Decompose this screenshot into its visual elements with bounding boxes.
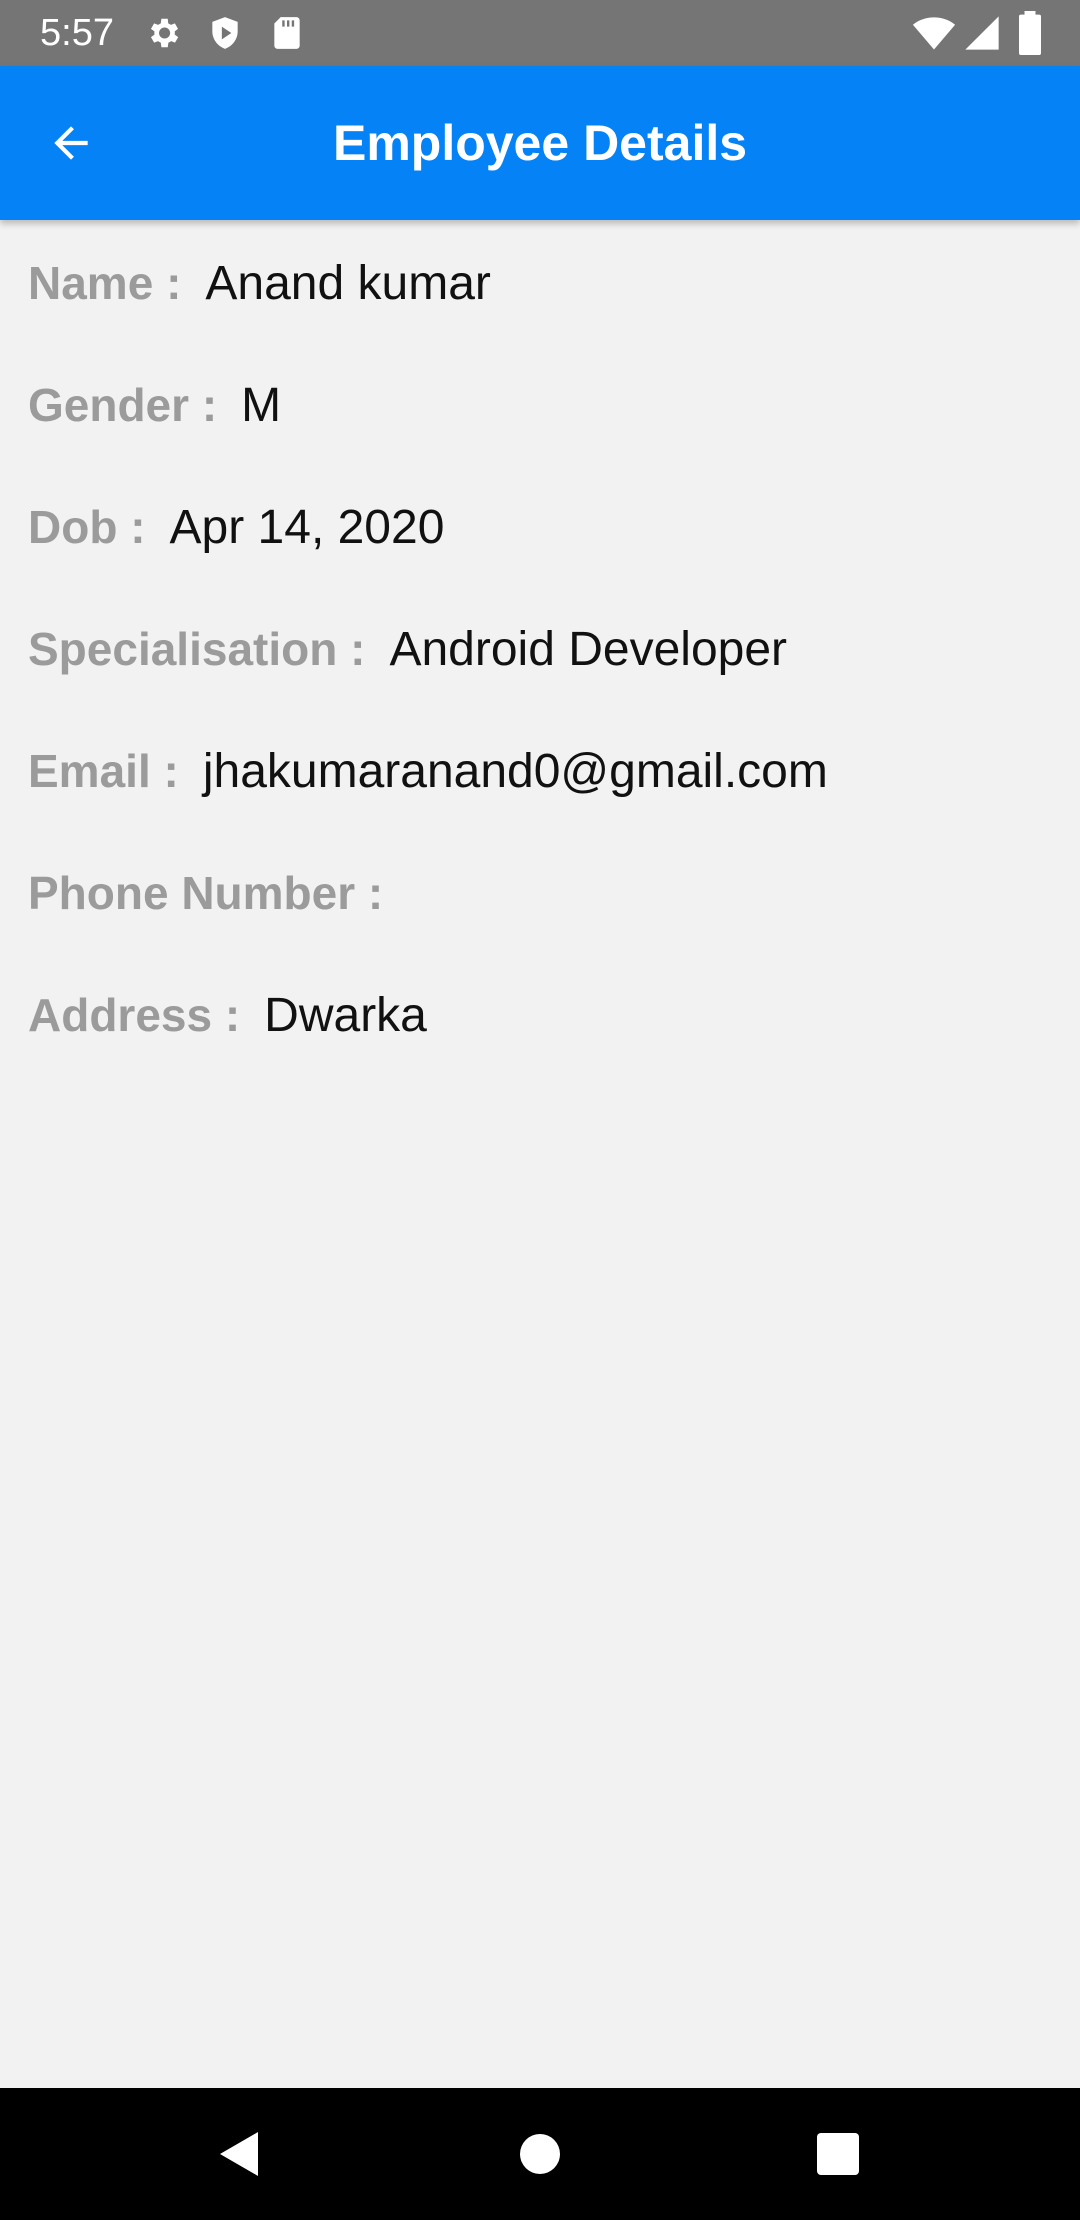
back-button[interactable] [40,112,102,174]
detail-row-phone: Phone Number : [28,863,407,923]
name-label: Name : [28,257,182,309]
email-label: Email : [28,745,179,797]
sd-card-icon [274,17,300,49]
nav-recents-button[interactable] [808,2124,868,2184]
gear-icon [150,18,179,48]
nav-back-button[interactable] [210,2124,270,2184]
arrow-left-icon [54,126,88,160]
detail-row-specialisation: Specialisation : Android Developer [28,619,787,679]
name-value: Anand kumar [205,256,491,310]
status-bar: 5:57 [0,0,1080,66]
dob-label: Dob : [28,501,146,553]
gender-label: Gender : [28,379,218,431]
nav-home-button[interactable] [510,2124,570,2184]
dob-value: Apr 14, 2020 [169,500,445,554]
battery-icon [1019,11,1041,55]
detail-row-address: Address : Dwarka [28,985,427,1045]
app-bar: Employee Details [0,66,1080,220]
signal-icon [965,16,999,50]
home-circle-icon [520,2134,560,2174]
system-nav-bar [0,2088,1080,2220]
address-label: Address : [28,989,241,1041]
detail-row-gender: Gender : M [28,375,281,435]
specialisation-value: Android Developer [389,622,788,676]
recents-square-icon [817,2133,859,2175]
address-value: Dwarka [264,988,427,1042]
email-value: jhakumaranand0@gmail.com [202,744,828,798]
shield-play-icon [212,17,238,49]
specialisation-label: Specialisation : [28,623,366,675]
page-title: Employee Details [332,115,748,171]
phone-label: Phone Number : [28,867,384,919]
back-triangle-icon [220,2132,258,2176]
status-time: 5:57 [40,12,114,54]
detail-row-name: Name : Anand kumar [28,253,491,313]
wifi-icon [912,17,956,50]
gender-value: M [241,378,282,432]
detail-row-email: Email : jhakumaranand0@gmail.com [28,741,828,801]
detail-row-dob: Dob : Apr 14, 2020 [28,497,444,557]
